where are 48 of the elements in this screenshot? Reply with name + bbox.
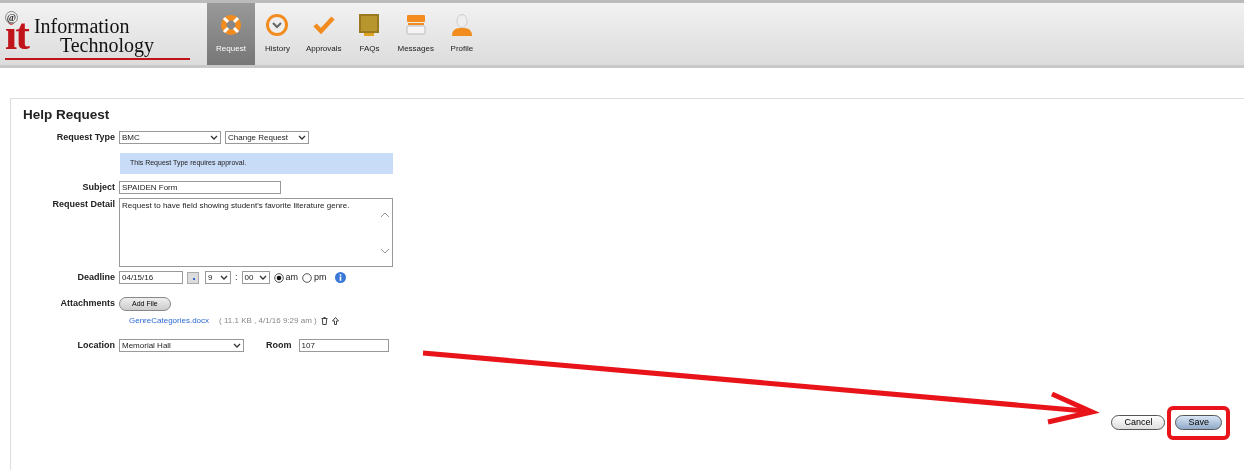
nav-tab[interactable]: Approvals bbox=[299, 3, 348, 65]
nav-tab[interactable]: Messages bbox=[391, 3, 440, 65]
radio-label: am bbox=[285, 271, 299, 285]
lifebuoy-icon bbox=[219, 13, 243, 37]
person-icon bbox=[449, 13, 474, 37]
field-label: Request Type bbox=[55, 131, 115, 145]
nav-tab[interactable]: History bbox=[259, 3, 296, 65]
book-icon bbox=[357, 13, 382, 37]
save-button[interactable]: Save bbox=[1175, 414, 1222, 430]
time-separator: : bbox=[235, 271, 238, 285]
caret-icon bbox=[298, 134, 306, 142]
upload-arrow-icon[interactable] bbox=[331, 317, 339, 326]
nav-tab[interactable]: Request bbox=[207, 3, 255, 65]
input-field[interactable]: 04/15/16 bbox=[119, 271, 183, 285]
cancel-button[interactable]: Cancel bbox=[1111, 414, 1166, 430]
info-icon[interactable] bbox=[334, 272, 346, 284]
text-area[interactable]: Request to have field showing student's favorite literature genre. bbox=[119, 198, 393, 268]
radio-label: pm bbox=[314, 271, 327, 285]
field-label: Location bbox=[76, 339, 115, 353]
caret-icon bbox=[233, 342, 241, 350]
caret-icon bbox=[258, 274, 267, 282]
file-link[interactable]: GenreCategories.docx bbox=[129, 315, 210, 328]
input-field[interactable]: SPAIDEN Form bbox=[119, 180, 281, 194]
nav-tab[interactable]: Profile bbox=[443, 3, 480, 65]
dropdown[interactable]: Memorial Hall bbox=[119, 339, 244, 353]
radio-button[interactable] bbox=[302, 272, 313, 283]
logo-text: Information bbox=[33, 16, 131, 36]
caret-icon bbox=[210, 134, 218, 142]
chat-bubbles-icon bbox=[403, 13, 428, 37]
dropdown[interactable]: 00 bbox=[241, 271, 270, 285]
logo-text: Technology bbox=[59, 35, 155, 55]
field-label: Room bbox=[266, 339, 292, 353]
field-label: Subject bbox=[81, 180, 115, 194]
trash-icon[interactable] bbox=[320, 317, 328, 326]
dropdown[interactable]: BMC bbox=[119, 131, 221, 145]
caret-icon bbox=[220, 274, 228, 282]
nav-tab[interactable]: FAQs bbox=[351, 3, 388, 65]
dropdown[interactable]: 9 bbox=[205, 271, 231, 285]
calendar-icon[interactable] bbox=[187, 271, 199, 284]
form-title: Help Request bbox=[23, 107, 111, 124]
dropdown[interactable]: Change Request bbox=[225, 131, 309, 145]
input-field[interactable]: 107 bbox=[298, 339, 389, 353]
file-info: ( 11.1 KB , 4/1/16 9:29 am ) bbox=[219, 315, 317, 328]
field-label: Deadline bbox=[76, 271, 115, 285]
radio-button[interactable] bbox=[273, 272, 284, 283]
clock-icon bbox=[265, 13, 290, 37]
field-label: Request Detail bbox=[51, 198, 115, 212]
field-label: Attachments bbox=[59, 296, 115, 310]
